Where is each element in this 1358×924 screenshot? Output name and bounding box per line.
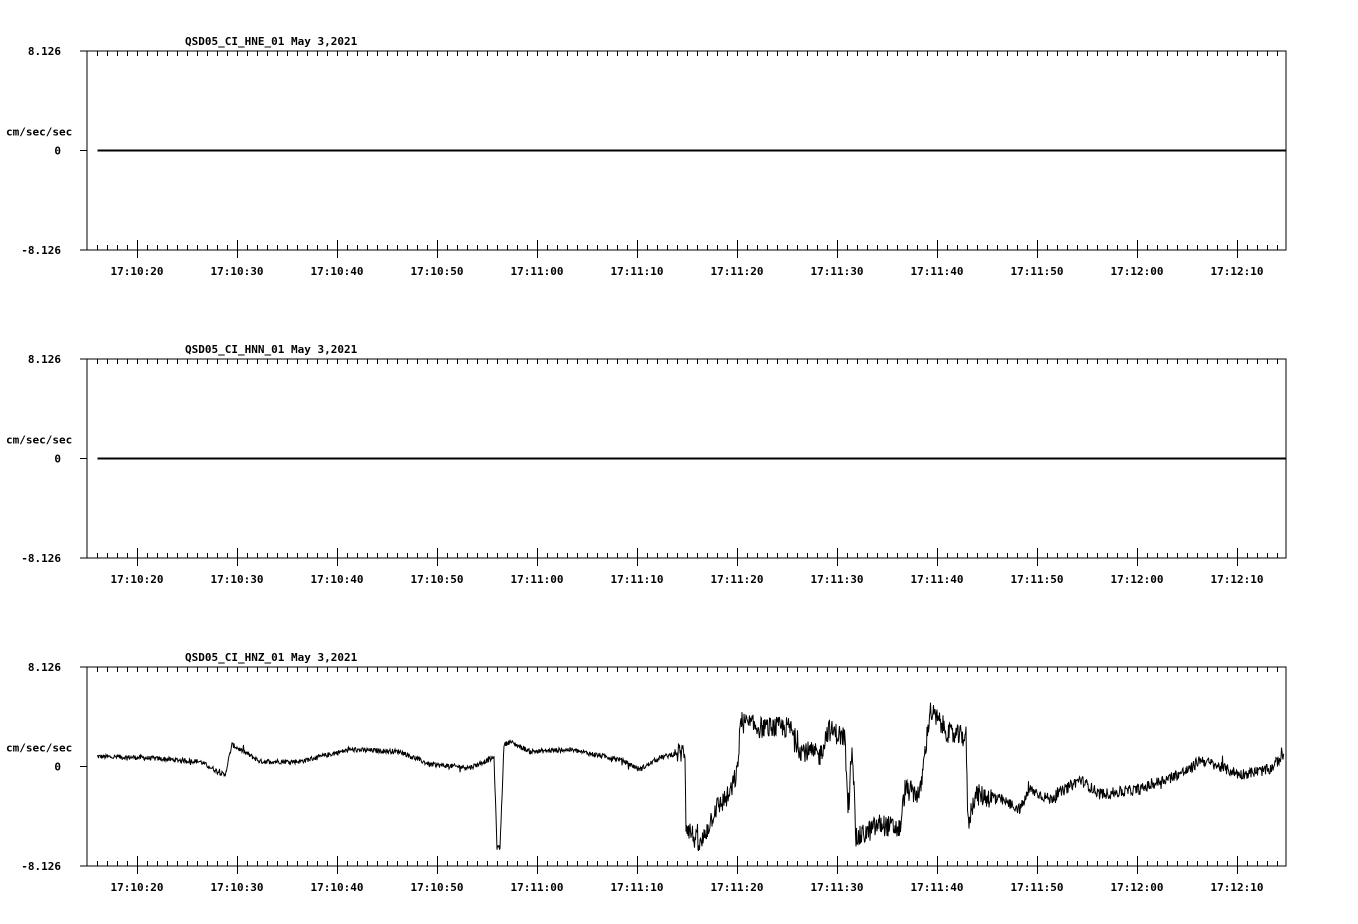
y-tick-label: 8.126 [28,45,61,58]
y-tick-label: -8.126 [21,860,61,873]
x-tick-label: 17:11:10 [611,881,664,894]
x-tick-label: 17:11:20 [711,881,764,894]
y-tick-label: -8.126 [21,552,61,565]
x-tick-label: 17:11:30 [811,573,864,586]
y-tick-label: 0 [54,145,61,158]
y-tick-label: 8.126 [28,353,61,366]
x-tick-label: 17:11:00 [511,573,564,586]
x-tick-label: 17:10:40 [311,573,364,586]
x-tick-label: 17:11:30 [811,265,864,278]
plot-title: QSD05_CI_HNZ_01 May 3,2021 [185,651,358,664]
y-tick-label: 0 [54,761,61,774]
x-tick-label: 17:10:40 [311,881,364,894]
x-tick-label: 17:11:00 [511,265,564,278]
x-tick-label: 17:11:50 [1011,881,1064,894]
x-tick-label: 17:10:30 [211,573,264,586]
plot-panel-0: QSD05_CI_HNE_01 May 3,2021 cm/sec/sec 8.12… [6,35,1287,278]
y-axis-label: cm/sec/sec [6,434,72,447]
x-tick-label: 17:11:40 [911,573,964,586]
x-tick-label: 17:12:00 [1111,265,1164,278]
x-tick-label: 17:11:10 [611,573,664,586]
x-tick-label: 17:12:10 [1211,881,1264,894]
y-tick-label: -8.126 [21,244,61,257]
x-tick-label: 17:12:00 [1111,881,1164,894]
seismogram-figure: QSD05_CI_HNE_01 May 3,2021 cm/sec/sec 8.12… [6,35,1287,894]
x-tick-label: 17:10:50 [411,573,464,586]
x-tick-label: 17:11:50 [1011,573,1064,586]
plot-title: QSD05_CI_HNN_01 May 3,2021 [185,343,358,356]
x-tick-label: 17:10:50 [411,265,464,278]
x-tick-label: 17:12:10 [1211,573,1264,586]
y-tick-label: 0 [54,453,61,466]
plot-frame [86,666,1287,867]
plot-panel-1: QSD05_CI_HNN_01 May 3,2021 cm/sec/sec 8.12… [6,343,1287,586]
x-tick-label: 17:10:40 [311,265,364,278]
x-tick-label: 17:10:30 [211,881,264,894]
x-tick-label: 17:11:40 [911,265,964,278]
x-tick-label: 17:10:20 [111,881,164,894]
x-tick-label: 17:10:20 [111,573,164,586]
x-tick-label: 17:11:00 [511,881,564,894]
x-tick-label: 17:10:30 [211,265,264,278]
y-axis-label: cm/sec/sec [6,126,72,139]
x-tick-label: 17:11:20 [711,265,764,278]
x-tick-label: 17:11:40 [911,881,964,894]
x-tick-label: 17:11:10 [611,265,664,278]
x-tick-label: 17:11:50 [1011,265,1064,278]
plot-panel-2: QSD05_CI_HNZ_01 May 3,2021 cm/sec/sec 8.12… [6,651,1287,894]
y-tick-label: 8.126 [28,661,61,674]
y-axis-label: cm/sec/sec [6,742,72,755]
x-tick-label: 17:12:10 [1211,265,1264,278]
x-tick-label: 17:12:00 [1111,573,1164,586]
trace-HNZ [96,702,1285,852]
x-tick-label: 17:11:20 [711,573,764,586]
plot-title: QSD05_CI_HNE_01 May 3,2021 [185,35,358,48]
x-tick-label: 17:10:50 [411,881,464,894]
x-tick-label: 17:11:30 [811,881,864,894]
x-tick-label: 17:10:20 [111,265,164,278]
